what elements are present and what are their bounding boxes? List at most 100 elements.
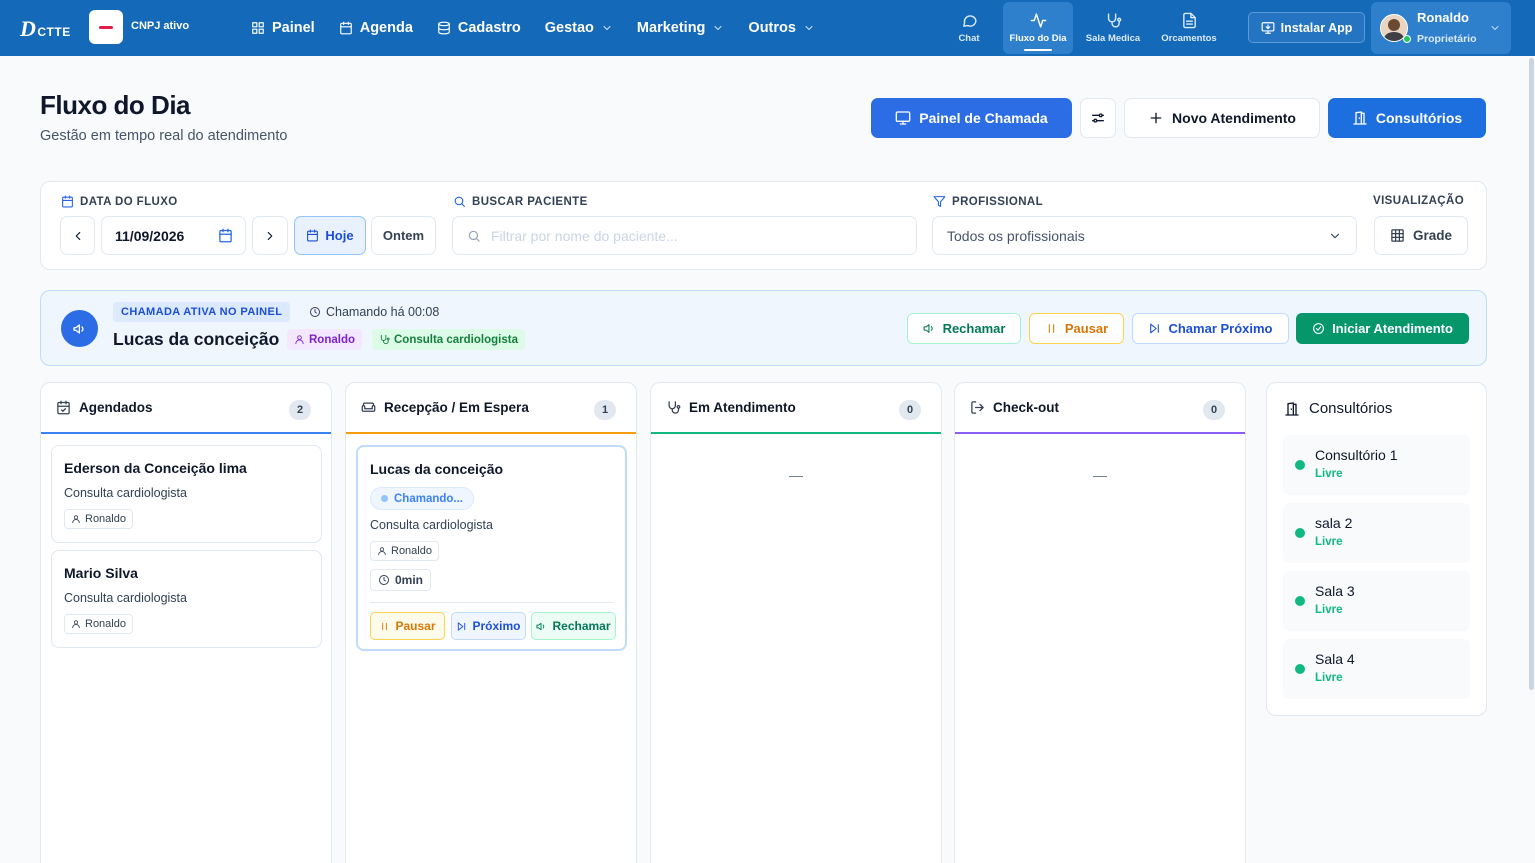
active-patient-name: Lucas da conceição	[113, 329, 280, 349]
date-filter-label: DATA DO FLUXO	[61, 195, 178, 208]
rooms-title: Consultórios	[1284, 400, 1392, 417]
pause-icon	[1048, 324, 1055, 333]
card-next-label: Próximo	[472, 619, 521, 633]
patient-card-calling[interactable]: Lucas da conceição Chamando... Consulta …	[356, 445, 627, 651]
skip-forward-icon	[1150, 323, 1160, 334]
main-menu: Painel Agenda Cadastro Gestao Marketing …	[251, 0, 839, 56]
settings-button[interactable]	[1080, 98, 1116, 138]
room-item[interactable]: Sala 4 Livre	[1283, 639, 1470, 699]
room-item[interactable]: sala 2 Livre	[1283, 503, 1470, 563]
view-grid-button[interactable]: Grade	[1374, 216, 1468, 255]
empty-placeholder: —	[789, 467, 803, 483]
today-button[interactable]: Hoje	[294, 216, 366, 255]
plus-icon	[1150, 112, 1162, 124]
professional-name: Ronaldo	[85, 513, 126, 525]
card-recall-label: Rechamar	[552, 619, 611, 633]
patient-card[interactable]: Ederson da Conceição lima Consulta cardi…	[51, 445, 322, 543]
new-appointment-button[interactable]: Novo Atendimento	[1124, 98, 1320, 138]
pause-button[interactable]: Pausar	[1029, 313, 1124, 344]
filter-icon	[933, 196, 946, 207]
professional-select[interactable]: Todos os profissionais	[932, 216, 1357, 255]
chevron-down-icon	[603, 26, 611, 30]
room-status: Livre	[1315, 672, 1343, 684]
stethoscope-icon	[380, 334, 390, 345]
active-service-text: Consulta cardiologista	[394, 333, 518, 346]
column-header: Em Atendimento 0	[651, 383, 941, 434]
user-icon	[295, 335, 304, 345]
status-dot	[1295, 460, 1305, 470]
start-attendance-button[interactable]: Iniciar Atendimento	[1296, 313, 1469, 344]
calendar-icon[interactable]	[218, 228, 233, 243]
page-scrollbar[interactable]	[1529, 58, 1534, 690]
card-divider	[370, 602, 613, 603]
install-app-button[interactable]: Instalar App	[1248, 12, 1365, 43]
monitor-icon	[895, 111, 911, 125]
chevron-left-icon	[75, 231, 80, 240]
brand-logo[interactable]: D CTTE	[20, 16, 71, 42]
page-subtitle: Gestão em tempo real do atendimento	[40, 128, 288, 144]
active-service-chip: Consulta cardiologista	[372, 329, 525, 350]
calling-status-text: Chamando...	[394, 492, 464, 505]
view-label: VISUALIZAÇÃO	[1373, 195, 1464, 207]
prev-day-button[interactable]	[60, 216, 95, 255]
card-pause-button[interactable]: Pausar	[370, 612, 445, 640]
column-in-service: Em Atendimento 0 —	[650, 382, 942, 863]
nav-outros[interactable]: Outros	[748, 20, 815, 36]
nav-gestao[interactable]: Gestao	[545, 20, 613, 36]
chat-icon	[962, 15, 977, 27]
calling-status-badge: Chamando...	[370, 487, 475, 510]
nav-marketing[interactable]: Marketing	[637, 20, 725, 36]
company-logo[interactable]	[89, 10, 123, 44]
quick-fluxo-do-dia[interactable]: Fluxo do Dia	[1003, 2, 1073, 54]
card-next-button[interactable]: Próximo	[451, 612, 526, 640]
card-recall-button[interactable]: Rechamar	[531, 612, 616, 640]
chevron-down-icon	[805, 26, 813, 30]
patient-card[interactable]: Mario Silva Consulta cardiologista Ronal…	[51, 550, 322, 648]
room-item[interactable]: Sala 3 Livre	[1283, 571, 1470, 631]
patient-service: Consulta cardiologista	[64, 591, 187, 605]
yesterday-button[interactable]: Ontem	[371, 216, 436, 255]
call-next-button[interactable]: Chamar Próximo	[1132, 313, 1289, 344]
call-panel-label: Painel de Chamada	[919, 110, 1048, 126]
top-nav: D CTTE CNPJ ativo Painel Agenda Cadastro…	[0, 0, 1535, 56]
search-placeholder: Filtrar por nome do paciente...	[491, 227, 678, 244]
column-title: Agendados	[79, 400, 153, 415]
megaphone-icon	[61, 310, 98, 347]
room-item[interactable]: Consultório 1 Livre	[1283, 435, 1470, 495]
next-day-button[interactable]	[252, 216, 288, 255]
stethoscope-icon	[668, 401, 681, 414]
nav-cadastro[interactable]: Cadastro	[437, 20, 521, 36]
pause-icon	[382, 622, 388, 630]
calendar-icon	[307, 229, 319, 242]
new-appointment-label: Novo Atendimento	[1172, 110, 1296, 126]
install-app-label: Instalar App	[1280, 20, 1353, 35]
recall-button[interactable]: Rechamar	[907, 313, 1021, 344]
column-header: Check-out 0	[955, 383, 1245, 434]
patient-name: Lucas da conceição	[370, 461, 504, 477]
quick-orcamentos[interactable]: Orcamentos	[1154, 2, 1224, 54]
room-status: Livre	[1315, 536, 1343, 548]
rooms-button[interactable]: Consultórios	[1328, 98, 1486, 138]
chevron-down-icon	[714, 26, 722, 30]
active-professional-chip: Ronaldo	[287, 329, 362, 350]
call-panel-button[interactable]: Painel de Chamada	[871, 98, 1072, 138]
search-filter-label: BUSCAR PACIENTE	[453, 195, 588, 208]
room-name: Sala 4	[1315, 651, 1355, 667]
active-call-banner: CHAMADA ATIVA NO PAINEL Chamando há 00:0…	[40, 290, 1487, 366]
nav-agenda-label: Agenda	[359, 20, 413, 36]
search-input[interactable]: Filtrar por nome do paciente...	[452, 216, 917, 255]
user-menu[interactable]: Ronaldo Proprietário	[1371, 2, 1511, 54]
pause-label: Pausar	[1064, 321, 1109, 336]
nav-outros-label: Outros	[748, 20, 796, 36]
logo-text: CTTE	[37, 25, 71, 39]
quick-chat[interactable]: Chat	[946, 2, 992, 54]
date-input[interactable]: 11/09/2026	[101, 216, 246, 255]
nav-painel[interactable]: Painel	[251, 20, 315, 36]
room-name: Consultório 1	[1315, 447, 1398, 463]
quick-sala-medica[interactable]: Sala Medica	[1079, 2, 1147, 54]
column-count: 1	[594, 400, 616, 420]
yesterday-label: Ontem	[382, 228, 425, 243]
nav-agenda[interactable]: Agenda	[339, 20, 413, 36]
view-label-text: VISUALIZAÇÃO	[1373, 195, 1465, 207]
user-name: Ronaldo	[1417, 10, 1469, 25]
